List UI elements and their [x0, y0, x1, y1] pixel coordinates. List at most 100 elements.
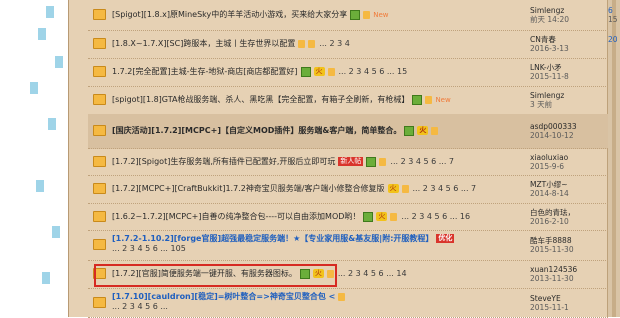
new-tag: New [373, 11, 389, 19]
image-attachment-icon [404, 125, 415, 136]
post-date: 2016-3-13 [530, 44, 569, 53]
folder-icon[interactable] [93, 66, 106, 77]
author-cell: LNK-小矛 2015-11-8 [530, 63, 600, 81]
image-attachment-icon [412, 94, 423, 105]
hot-icon: 火 [313, 67, 325, 76]
post-date: 2015-11-1 [530, 303, 569, 312]
author-name[interactable]: MZT小缪~ [530, 180, 600, 189]
author-name[interactable]: xiaoluxiao [530, 153, 600, 162]
page-links[interactable]: ... 2 3 4 5 6 ... 7 [413, 184, 477, 193]
decoration [46, 6, 54, 18]
hot-icon: 火 [417, 126, 429, 135]
thread-row[interactable]: [1.8.X~1.7.X][SC]跨服本，主城丨生存世界以配置 ... 2 3 4… [88, 30, 618, 59]
thread-row[interactable]: 1.7.2[完全配置]主城-生存-地狱-商店[商店都配置好] 火 ... 2 3 4… [88, 58, 608, 87]
image-attachment-icon [366, 156, 377, 167]
page-links[interactable]: ... 2 3 4 5 6 ... [112, 302, 345, 311]
view-count: 15 [608, 15, 618, 24]
thread-title-cell: [1.7.2][MCPC+][CraftBukkit]1.7.2神奇宝贝服务端/… [112, 183, 476, 194]
thread-row[interactable]: [1.7.2][MCPC+][CraftBukkit]1.7.2神奇宝贝服务端/… [88, 175, 608, 204]
page-links[interactable]: ... 2 3 4 [319, 39, 350, 48]
author-cell: 酷车手8888 2015-11-30 [530, 236, 600, 254]
thread-row[interactable]: [1.6.2~1.7.2][MCPC+]自善の纯净整合包----可以自由添加MO… [88, 203, 608, 231]
author-cell: asdp000333 2014-10-12 [530, 122, 600, 140]
author-name[interactable]: CN青春 [530, 35, 600, 44]
recommend-icon [431, 126, 439, 135]
decoration [30, 82, 38, 94]
folder-icon[interactable] [93, 297, 106, 308]
thread-title-link[interactable]: [spigot][1.8]GTA枪战服务端、杀人、黑吃黑【完全配置，有箱子全刷新… [112, 95, 409, 104]
author-name[interactable]: Simlengz [530, 91, 600, 100]
recommend-icon [401, 184, 409, 193]
post-date: 2016-2-10 [530, 217, 569, 226]
decoration [38, 28, 46, 40]
author-name[interactable]: SteveYE [530, 294, 600, 303]
author-cell: MZT小缪~ 2014-8-14 [530, 180, 600, 198]
thread-title-link[interactable]: [1.7.2][Spigot]生存服务端,所有插件已配置好,开服后立即可玩 [112, 157, 335, 166]
hot-icon: 火 [387, 184, 399, 193]
author-cell: xuan124536 2013-11-30 [530, 265, 600, 283]
page-links[interactable]: ... 2 3 4 5 6 ... 15 [339, 67, 408, 76]
author-cell: CN青春 2016-3-13 [530, 35, 600, 53]
author-name[interactable]: Simlengz [530, 6, 600, 15]
folder-icon[interactable] [93, 9, 106, 20]
thread-title-cell: [国庆活动][1.7.2][MCPC+]【自定义MOD插件】服务端&客户端，简单… [112, 125, 439, 136]
reply-count[interactable]: 20 [608, 35, 620, 44]
author-name[interactable]: LNK-小矛 [530, 63, 600, 72]
thread-row[interactable]: [1.7.2-1.10.2][forge官服]超强最稳定服务端！★【专业家用服&… [88, 230, 608, 261]
thread-title-link[interactable]: [Spigot][1.8.x]原MineSky中的羊羊活动小游戏，买来给大家分享 [112, 10, 347, 19]
author-cell: 白色的青珐， 2016-2-10 [530, 208, 600, 226]
recommend-icon [338, 292, 346, 301]
thread-row[interactable]: [国庆活动][1.7.2][MCPC+]【自定义MOD插件】服务端&客户端，简单… [88, 114, 608, 149]
recommend-icon [390, 212, 398, 221]
page-links[interactable]: ... 2 3 4 5 6 ... 7 [390, 157, 454, 166]
decoration [42, 272, 50, 284]
thread-row[interactable]: [1.7.10][cauldron][稳定]=树叶整合=>神奇宝贝整合包 <..… [88, 288, 608, 318]
folder-icon[interactable] [93, 239, 106, 250]
hot-icon: 火 [376, 212, 388, 221]
image-attachment-icon [300, 66, 311, 77]
thread-title-cell: [Spigot][1.8.x]原MineSky中的羊羊活动小游戏，买来给大家分享… [112, 9, 389, 20]
thread-row[interactable]: [1.7.2][Spigot]生存服务端,所有插件已配置好,开服后立即可玩 新人帖… [88, 148, 608, 176]
highlight-box [94, 264, 337, 287]
post-date: 2014-10-12 [530, 131, 574, 140]
reply-count[interactable]: 6 [608, 6, 620, 15]
thread-title-link[interactable]: [1.7.2][MCPC+][CraftBukkit]1.7.2神奇宝贝服务端/… [112, 184, 385, 193]
folder-icon[interactable] [93, 125, 106, 136]
page-links[interactable]: ... 2 3 4 5 6 ... 16 [401, 212, 470, 221]
counts-cell: 20 [608, 35, 620, 44]
folder-icon[interactable] [93, 38, 106, 49]
label-badge: 优化 [436, 234, 455, 243]
thread-title-link[interactable]: [1.6.2~1.7.2][MCPC+]自善の纯净整合包----可以自由添加MO… [112, 212, 360, 221]
thread-title-link[interactable]: [1.7.10][cauldron][稳定]=树叶整合=>神奇宝贝整合包 < [112, 292, 335, 301]
thread-row[interactable]: [spigot][1.8]GTA枪战服务端、杀人、黑吃黑【完全配置，有箱子全刷新… [88, 86, 608, 115]
post-date: 2013-11-30 [530, 274, 574, 283]
scrollbar[interactable] [607, 0, 620, 317]
author-cell: Simlengz 前天 14:20 [530, 6, 600, 24]
thread-title-link[interactable]: [1.7.2-1.10.2][forge官服]超强最稳定服务端！★【专业家用服&… [112, 234, 433, 243]
recommend-icon [298, 39, 306, 48]
page-links[interactable]: ... 2 3 4 5 6 ... 105 [112, 244, 454, 253]
recommend-icon [327, 67, 335, 76]
author-name[interactable]: xuan124536 [530, 265, 600, 274]
thread-title-link[interactable]: 1.7.2[完全配置]主城-生存-地狱-商店[商店都配置好] [112, 67, 298, 76]
folder-icon[interactable] [93, 156, 106, 167]
thread-title-link[interactable]: [国庆活动][1.7.2][MCPC+]【自定义MOD插件】服务端&客户端，简单… [112, 126, 401, 135]
thread-title-cell: [1.8.X~1.7.X][SC]跨服本，主城丨生存世界以配置 ... 2 3 4 [112, 38, 350, 49]
scrollbar-track[interactable] [612, 0, 616, 317]
author-name[interactable]: 白色的青珐， [530, 208, 600, 217]
folder-icon[interactable] [93, 94, 106, 105]
post-date: 2015-9-6 [530, 162, 565, 171]
thread-title-link[interactable]: [1.8.X~1.7.X][SC]跨服本，主城丨生存世界以配置 [112, 39, 295, 48]
post-date: 2015-11-30 [530, 245, 574, 254]
author-name[interactable]: 酷车手8888 [530, 236, 600, 245]
page-links[interactable]: ... 2 3 4 5 6 ... 14 [338, 269, 407, 278]
thread-title-cell: [1.7.2-1.10.2][forge官服]超强最稳定服务端！★【专业家用服&… [112, 233, 455, 253]
thread-title-cell: 1.7.2[完全配置]主城-生存-地狱-商店[商店都配置好] 火 ... 2 3 4… [112, 66, 407, 77]
author-name[interactable]: asdp000333 [530, 122, 600, 131]
left-blank [0, 0, 68, 317]
label-badge: 新人帖 [338, 157, 364, 166]
decoration [36, 180, 44, 192]
thread-row[interactable]: [Spigot][1.8.x]原MineSky中的羊羊活动小游戏，买来给大家分享… [88, 0, 618, 31]
folder-icon[interactable] [93, 211, 106, 222]
folder-icon[interactable] [93, 183, 106, 194]
